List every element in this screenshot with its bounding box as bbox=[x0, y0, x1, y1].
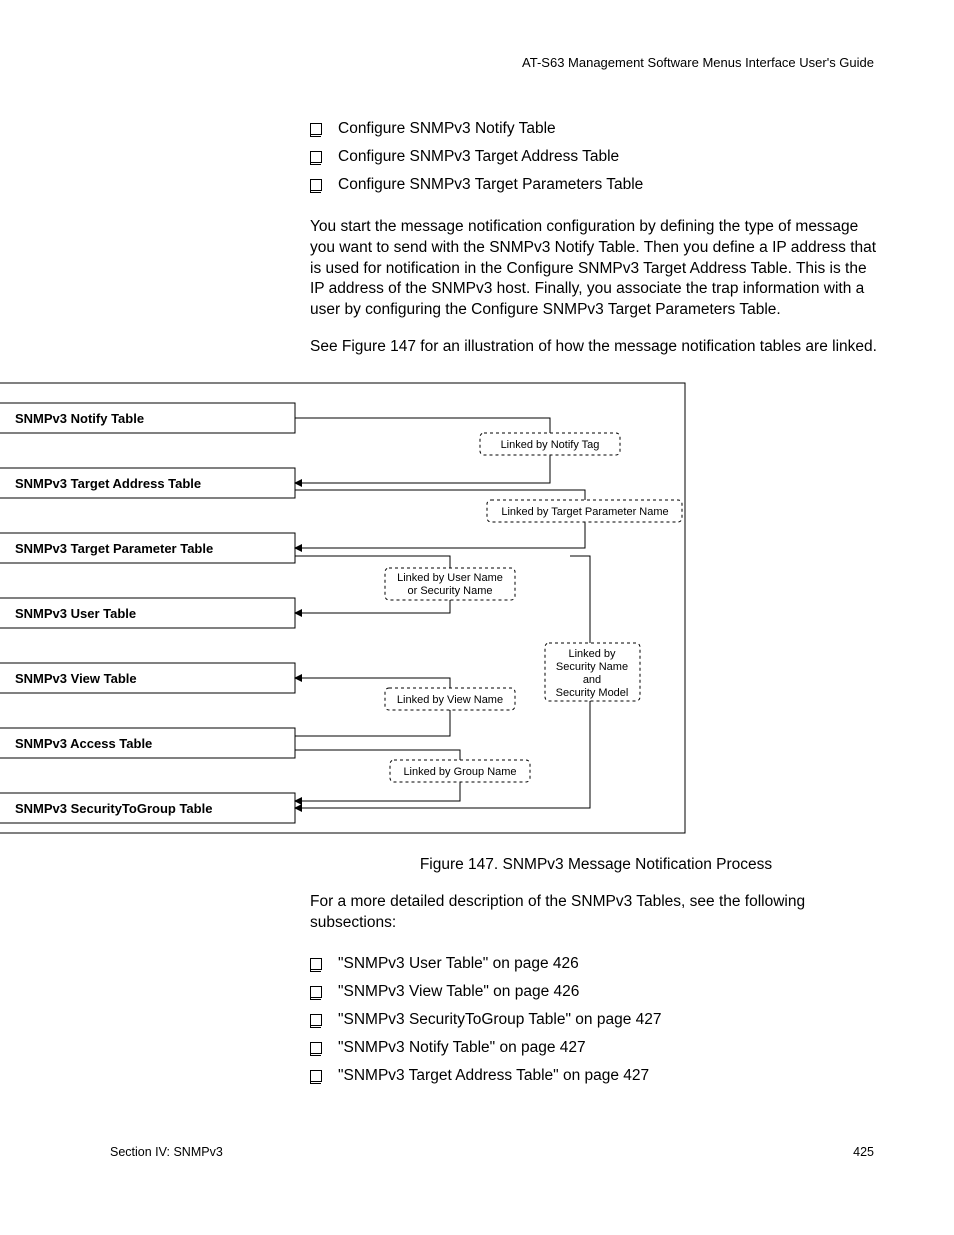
list-item: "SNMPv3 Target Address Table" on page 42… bbox=[310, 1062, 882, 1090]
link-target-param: Linked by Target Parameter Name bbox=[501, 506, 668, 518]
paragraph-see-figure: See Figure 147 for an illustration of ho… bbox=[310, 337, 882, 358]
bullet-text: "SNMPv3 Notify Table" on page 427 bbox=[338, 1034, 586, 1062]
footer-section: Section IV: SNMPv3 bbox=[110, 1145, 223, 1159]
bullet-icon bbox=[310, 1070, 322, 1082]
list-item: "SNMPv3 Notify Table" on page 427 bbox=[310, 1034, 882, 1062]
list-item: "SNMPv3 SecurityToGroup Table" on page 4… bbox=[310, 1006, 882, 1034]
link-sec2: Security Name bbox=[556, 661, 628, 673]
box-view: SNMPv3 View Table bbox=[15, 671, 137, 686]
link-user-name-1: Linked by User Name bbox=[397, 572, 503, 584]
bullet-text: Configure SNMPv3 Notify Table bbox=[338, 115, 556, 143]
figure-147: SNMPv3 Notify Table SNMPv3 Target Addres… bbox=[0, 378, 690, 838]
bullet-icon bbox=[310, 179, 322, 191]
link-sec3: and bbox=[583, 674, 601, 686]
box-notify: SNMPv3 Notify Table bbox=[15, 411, 144, 426]
box-user: SNMPv3 User Table bbox=[15, 606, 136, 621]
list-item: Configure SNMPv3 Target Parameters Table bbox=[310, 171, 882, 199]
box-target-param: SNMPv3 Target Parameter Table bbox=[15, 541, 213, 556]
list-item: Configure SNMPv3 Target Address Table bbox=[310, 143, 882, 171]
list-item: "SNMPv3 View Table" on page 426 bbox=[310, 978, 882, 1006]
bullet-text: Configure SNMPv3 Target Parameters Table bbox=[338, 171, 643, 199]
bullet-icon bbox=[310, 151, 322, 163]
link-sec1: Linked by bbox=[568, 648, 616, 660]
bullet-text: "SNMPv3 Target Address Table" on page 42… bbox=[338, 1062, 649, 1090]
link-view-name: Linked by View Name bbox=[397, 694, 503, 706]
list-item: Configure SNMPv3 Notify Table bbox=[310, 115, 882, 143]
paragraph-intro: You start the message notification confi… bbox=[310, 217, 882, 322]
bullet-icon bbox=[310, 1042, 322, 1054]
bullet-icon bbox=[310, 123, 322, 135]
bullet-text: "SNMPv3 View Table" on page 426 bbox=[338, 978, 579, 1006]
link-sec4: Security Model bbox=[556, 687, 629, 699]
box-sec2group: SNMPv3 SecurityToGroup Table bbox=[15, 801, 212, 816]
list-item: "SNMPv3 User Table" on page 426 bbox=[310, 950, 882, 978]
page-header: AT-S63 Management Software Menus Interfa… bbox=[120, 55, 882, 70]
bullet-icon bbox=[310, 1014, 322, 1026]
link-group-name: Linked by Group Name bbox=[403, 766, 516, 778]
link-user-name-2: or Security Name bbox=[408, 585, 493, 597]
figure-caption: Figure 147. SNMPv3 Message Notification … bbox=[310, 856, 882, 874]
footer-page-number: 425 bbox=[853, 1145, 874, 1159]
top-bullet-list: Configure SNMPv3 Notify Table Configure … bbox=[310, 115, 882, 199]
bullet-text: "SNMPv3 SecurityToGroup Table" on page 4… bbox=[338, 1006, 662, 1034]
bullet-icon bbox=[310, 986, 322, 998]
bottom-bullet-list: "SNMPv3 User Table" on page 426 "SNMPv3 … bbox=[310, 950, 882, 1089]
bullet-text: "SNMPv3 User Table" on page 426 bbox=[338, 950, 579, 978]
link-notify-tag: Linked by Notify Tag bbox=[501, 439, 600, 451]
paragraph-detail: For a more detailed description of the S… bbox=[310, 892, 882, 934]
bullet-icon bbox=[310, 958, 322, 970]
bullet-text: Configure SNMPv3 Target Address Table bbox=[338, 143, 619, 171]
box-access: SNMPv3 Access Table bbox=[15, 736, 152, 751]
box-target-address: SNMPv3 Target Address Table bbox=[15, 476, 201, 491]
